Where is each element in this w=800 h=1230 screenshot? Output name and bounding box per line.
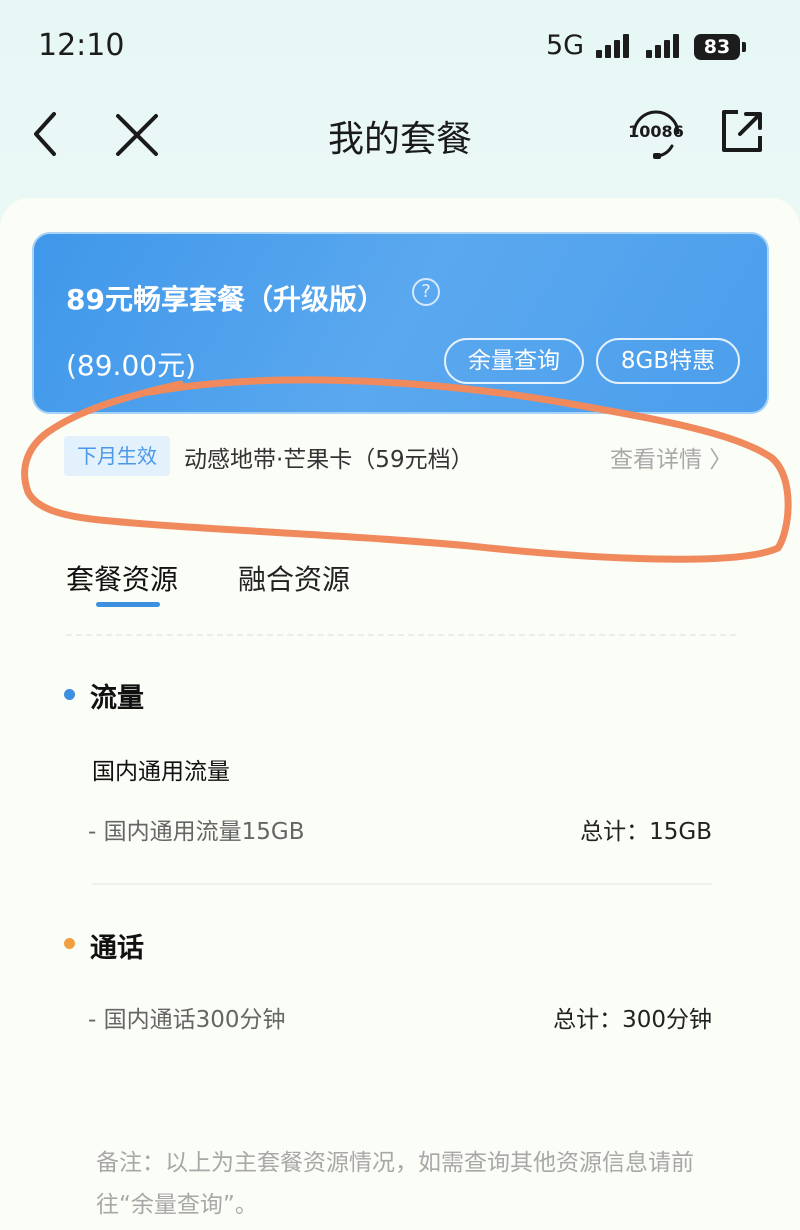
list-item: - 国内通话300分钟 总计：300分钟 [88, 1000, 712, 1034]
plan-name: 89元畅享套餐（升级版） [66, 283, 385, 316]
section-divider [92, 883, 712, 885]
call-section-dot [64, 938, 75, 949]
balance-query-button[interactable]: 余量查询 [444, 338, 584, 384]
tab-fusion-resources[interactable]: 融合资源 [238, 558, 350, 598]
tabs-divider [66, 634, 736, 636]
customer-service-icon[interactable]: 10086 [626, 104, 686, 164]
signal-icon [596, 34, 629, 58]
status-bar: 12:10 5G 83 [0, 0, 800, 90]
list-item: - 国内通用流量15GB 总计：15GB [88, 812, 712, 846]
data-item-total: 总计：15GB [580, 819, 712, 845]
view-details-link[interactable]: 查看详情 〉 [610, 440, 732, 474]
resource-tabs: 套餐资源 融合资源 [0, 552, 800, 618]
nav-bar: 我的套餐 10086 [0, 90, 800, 180]
data-subtitle: 国内通用流量 [92, 759, 230, 785]
next-month-plan-row[interactable]: 下月生效 动感地带·芒果卡（59元档） 查看详情 〉 [32, 422, 769, 494]
signal-icon [646, 34, 679, 58]
call-section-title: 通话 [90, 933, 144, 964]
offer-8gb-button[interactable]: 8GB特惠 [596, 338, 740, 384]
data-section-title: 流量 [90, 683, 144, 714]
plan-price: (89.00元) [66, 349, 197, 382]
active-tab-indicator [96, 602, 160, 607]
data-item-label: - 国内通用流量15GB [88, 819, 305, 845]
help-icon[interactable]: ? [412, 278, 440, 306]
call-item-label: - 国内通话300分钟 [88, 1007, 286, 1033]
plan-card: 89元畅享套餐（升级版） ? (89.00元) 余量查询 8GB特惠 [32, 232, 769, 414]
tab-package-resources[interactable]: 套餐资源 [66, 558, 178, 598]
hotline-number: 10086 [628, 122, 684, 141]
share-icon[interactable] [718, 106, 766, 160]
status-time: 12:10 [38, 28, 125, 63]
call-item-total: 总计：300分钟 [553, 1007, 712, 1033]
effective-next-month-badge: 下月生效 [64, 436, 170, 476]
network-type: 5G [546, 30, 585, 61]
next-month-plan-name: 动感地带·芒果卡（59元档） [184, 447, 474, 473]
battery-icon: 83 [694, 34, 746, 60]
remarks-note: 备注：以上为主套餐资源情况，如需查询其他资源信息请前往“余量查询”。 [96, 1150, 694, 1218]
data-section-dot [64, 689, 75, 700]
